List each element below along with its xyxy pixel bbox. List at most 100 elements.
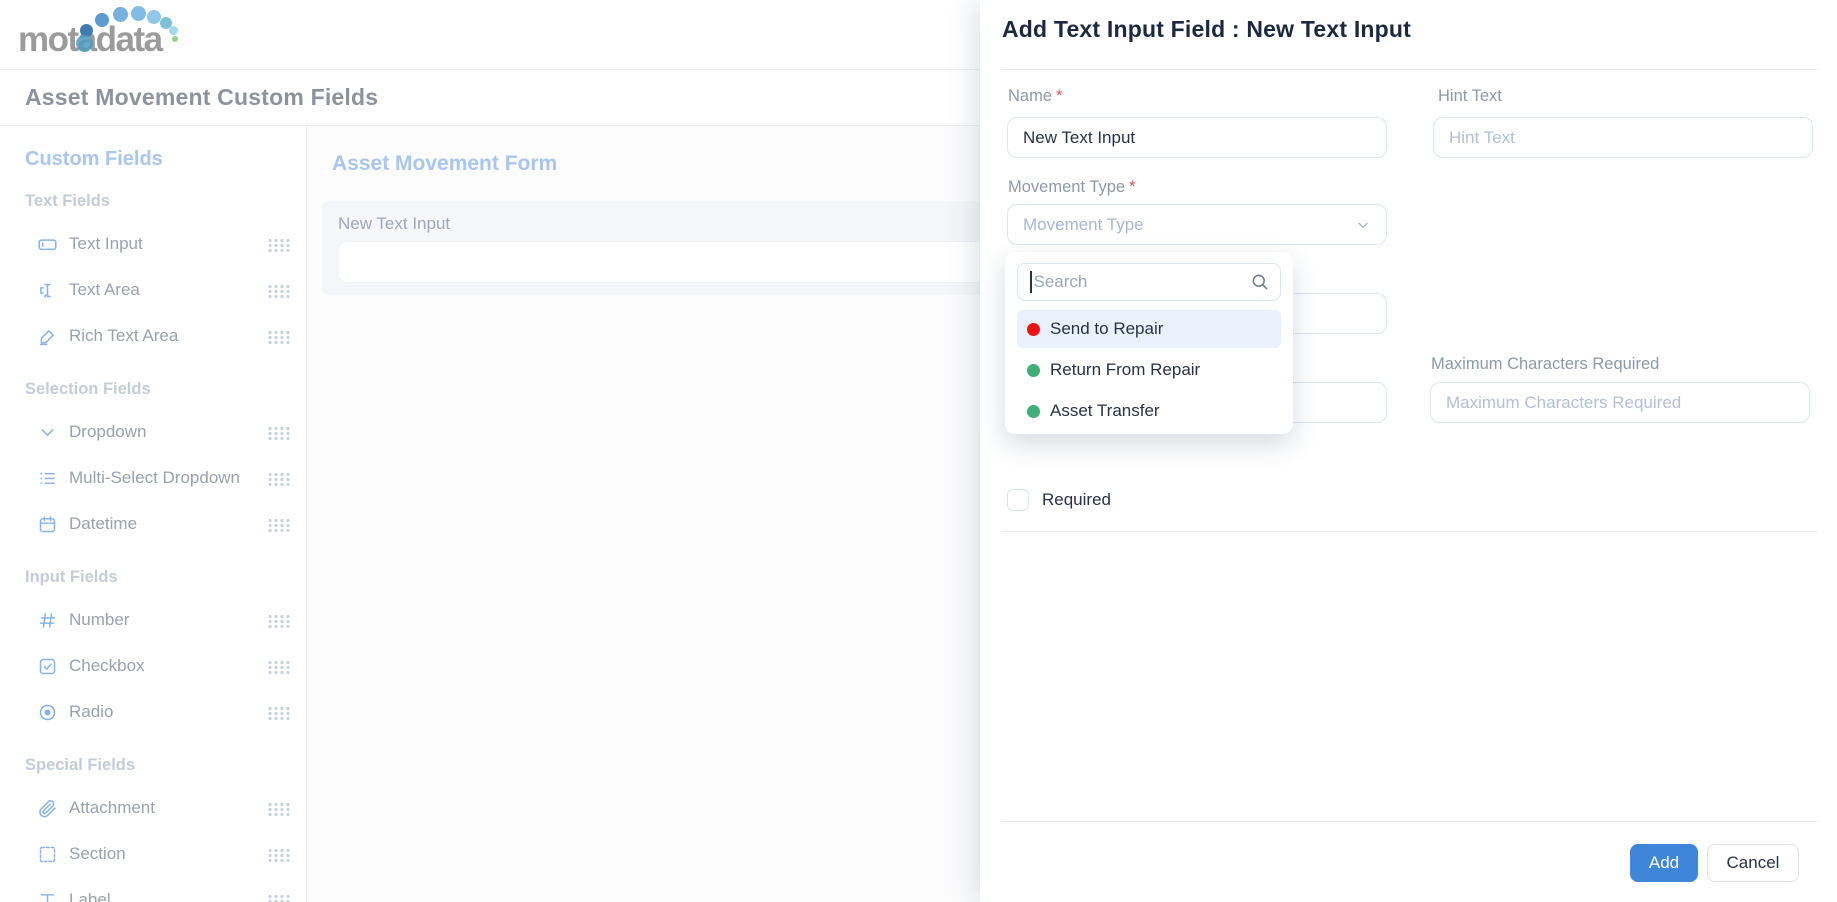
logo-arc-dot xyxy=(147,10,161,24)
sidebar-group-label: Text Fields xyxy=(25,192,306,211)
label-icon xyxy=(36,889,58,902)
sidebar-item-section[interactable]: Section xyxy=(25,831,306,877)
text-caret xyxy=(1030,271,1032,293)
logo-arc-dot xyxy=(113,7,128,22)
drag-handle-icon[interactable] xyxy=(266,659,290,674)
sidebar-item-label: Dropdown xyxy=(69,422,147,442)
sidebar-item-text-input[interactable]: Text Input xyxy=(25,221,306,267)
drag-handle-icon[interactable] xyxy=(266,801,290,816)
drag-handle-icon[interactable] xyxy=(266,893,290,902)
sidebar-item-number[interactable]: Number xyxy=(25,597,306,643)
sidebar-item-label: Text Input xyxy=(69,234,143,254)
dropdown-option-list: Send to Repair Return From Repair Asset Tr… xyxy=(1017,310,1281,430)
required-checkbox-label: Required xyxy=(1042,490,1111,510)
search-icon xyxy=(1250,272,1270,292)
sidebar-item-label[interactable]: Label xyxy=(25,877,306,902)
movement-type-placeholder: Movement Type xyxy=(1023,215,1144,235)
sidebar-item-attachment[interactable]: Attachment xyxy=(25,785,306,831)
dropdown-option-return-from-repair[interactable]: Return From Repair xyxy=(1017,351,1281,389)
drag-handle-icon[interactable] xyxy=(266,329,290,344)
logo-arc-dot xyxy=(131,6,146,21)
app-window: motadata Asset Movement Custom Fields Cu… xyxy=(0,0,1837,902)
status-dot-red xyxy=(1027,323,1040,336)
top-logo-bar: motadata xyxy=(0,0,980,69)
dropdown-icon xyxy=(36,421,58,443)
datetime-icon xyxy=(36,513,58,535)
logo-arc-dot xyxy=(169,26,178,35)
hint-text-input[interactable] xyxy=(1433,117,1813,158)
sidebar-item-label: Attachment xyxy=(69,798,155,818)
sidebar-item-label: Radio xyxy=(69,702,113,722)
drag-handle-icon[interactable] xyxy=(266,517,290,532)
sidebar-item-label: Text Area xyxy=(69,280,140,300)
page-header: Asset Movement Custom Fields xyxy=(0,69,980,126)
required-checkbox[interactable] xyxy=(1007,489,1029,511)
required-asterisk: * xyxy=(1056,87,1062,105)
attachment-icon xyxy=(36,797,58,819)
name-label: Name* xyxy=(1008,87,1062,106)
sidebar-groups: Text Fields Text Input Text Area Rich Text … xyxy=(25,192,306,902)
sidebar-item-rich-text-area[interactable]: Rich Text Area xyxy=(25,313,306,359)
logo-arc-dot xyxy=(95,13,109,27)
sidebar-item-datetime[interactable]: Datetime xyxy=(25,501,306,547)
dropdown-option-asset-transfer[interactable]: Asset Transfer xyxy=(1017,392,1281,430)
motadata-logo: motadata xyxy=(18,2,218,66)
dropdown-option-send-to-repair[interactable]: Send to Repair xyxy=(1017,310,1281,348)
cancel-button[interactable]: Cancel xyxy=(1707,844,1799,882)
dropdown-search-input[interactable]: Search xyxy=(1017,263,1281,301)
drag-handle-icon[interactable] xyxy=(266,613,290,628)
drag-handle-icon[interactable] xyxy=(266,847,290,862)
required-asterisk: * xyxy=(1129,178,1135,196)
sidebar-item-label: Number xyxy=(69,610,129,630)
checkbox-icon xyxy=(36,655,58,677)
add-button[interactable]: Add xyxy=(1630,844,1698,882)
sidebar-item-label: Datetime xyxy=(69,514,137,534)
dropdown-option-label: Send to Repair xyxy=(1050,319,1163,339)
custom-fields-sidebar: Custom Fields Text FieldsText InputText … xyxy=(0,126,307,902)
status-dot-green xyxy=(1027,405,1040,418)
sidebar-item-label: Label xyxy=(69,890,111,902)
name-input[interactable] xyxy=(1007,117,1387,158)
hint-text-label: Hint Text xyxy=(1438,87,1502,106)
max-characters-input[interactable] xyxy=(1430,382,1810,423)
drag-handle-icon[interactable] xyxy=(266,425,290,440)
movement-type-label: Movement Type* xyxy=(1008,178,1136,197)
sidebar-item-dropdown[interactable]: Dropdown xyxy=(25,409,306,455)
sidebar-item-radio[interactable]: Radio xyxy=(25,689,306,735)
drag-handle-icon[interactable] xyxy=(266,471,290,486)
sidebar-title: Custom Fields xyxy=(25,148,306,171)
status-dot-green xyxy=(1027,364,1040,377)
text-area-icon xyxy=(36,279,58,301)
text-input-icon xyxy=(36,233,58,255)
section-icon xyxy=(36,843,58,865)
sidebar-item-label: Rich Text Area xyxy=(69,326,178,346)
sidebar-item-multi-select-dropdown[interactable]: Multi-Select Dropdown xyxy=(25,455,306,501)
dropdown-option-label: Return From Repair xyxy=(1050,360,1200,380)
search-placeholder: Search xyxy=(1034,272,1251,292)
sidebar-item-label: Section xyxy=(69,844,126,864)
drag-handle-icon[interactable] xyxy=(266,237,290,252)
drawer-footer-divider xyxy=(1002,821,1817,822)
add-field-drawer: Add Text Input Field : New Text Input Na… xyxy=(980,0,1837,902)
logo-arc-dot xyxy=(172,36,178,42)
required-checkbox-row: Required xyxy=(1007,489,1111,511)
rich-text-area-icon xyxy=(36,325,58,347)
drawer-header-divider xyxy=(1002,69,1817,70)
drawer-section-divider xyxy=(1002,531,1817,532)
sidebar-group-label: Selection Fields xyxy=(25,380,306,399)
movement-type-select[interactable]: Movement Type xyxy=(1007,204,1387,245)
radio-icon xyxy=(36,701,58,723)
sidebar-item-label: Checkbox xyxy=(69,656,145,676)
sidebar-item-checkbox[interactable]: Checkbox xyxy=(25,643,306,689)
sidebar-item-label: Multi-Select Dropdown xyxy=(69,468,240,488)
max-characters-label: Maximum Characters Required xyxy=(1431,355,1659,374)
chevron-down-icon xyxy=(1355,217,1371,233)
multi-select-icon xyxy=(36,467,58,489)
drag-handle-icon[interactable] xyxy=(266,705,290,720)
movement-type-dropdown-panel: Search Send to Repair Return From Repair A… xyxy=(1005,252,1293,434)
number-icon xyxy=(36,609,58,631)
sidebar-item-text-area[interactable]: Text Area xyxy=(25,267,306,313)
dropdown-option-label: Asset Transfer xyxy=(1050,401,1160,421)
drag-handle-icon[interactable] xyxy=(266,283,290,298)
sidebar-group-label: Special Fields xyxy=(25,756,306,775)
